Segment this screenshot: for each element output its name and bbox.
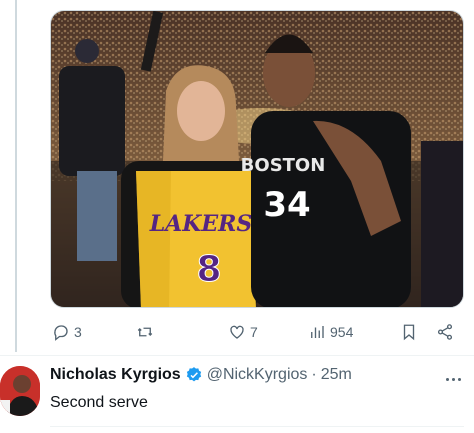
reply-button[interactable]: 3: [52, 323, 82, 341]
display-name[interactable]: Nicholas Kyrgios: [50, 366, 181, 384]
tweet-timestamp[interactable]: 25m: [321, 366, 352, 384]
lakers-jersey-number: 8: [196, 249, 221, 290]
bookmark-button[interactable]: [400, 323, 418, 341]
next-tweet-edge: [50, 426, 464, 433]
tweet-header: Nicholas Kyrgios @NickKyrgios · 25m: [50, 366, 352, 384]
view-count: 954: [330, 324, 354, 340]
boston-jersey-text: BOSTON: [241, 155, 326, 176]
avatar[interactable]: [0, 366, 40, 416]
boston-jersey-number: 34: [263, 185, 310, 225]
bookmark-icon: [403, 324, 415, 341]
tweet-photo[interactable]: LAKERS 8 BOSTON 34: [50, 10, 464, 308]
tweet-divider: [0, 355, 474, 356]
verified-icon[interactable]: [185, 366, 203, 384]
views-icon: [311, 326, 324, 338]
reply-count: 3: [74, 324, 82, 340]
views-button[interactable]: 954: [308, 323, 353, 341]
retweet-icon: [137, 327, 153, 337]
retweet-button[interactable]: [136, 323, 158, 341]
share-button[interactable]: [436, 323, 454, 341]
like-icon: [230, 325, 244, 339]
lakers-jersey-text: LAKERS: [149, 211, 253, 237]
reply-icon: [54, 325, 68, 341]
like-button[interactable]: 7: [228, 323, 258, 341]
more-icon[interactable]: [446, 372, 466, 386]
separator-dot: ·: [311, 366, 317, 383]
tweet-actions-bar: 3 7 954: [50, 318, 464, 346]
tweet-text: Second serve: [50, 394, 148, 411]
user-handle[interactable]: @NickKyrgios: [207, 366, 308, 384]
share-icon: [437, 324, 453, 340]
like-count: 7: [250, 324, 258, 340]
thread-connector-line: [15, 0, 17, 352]
